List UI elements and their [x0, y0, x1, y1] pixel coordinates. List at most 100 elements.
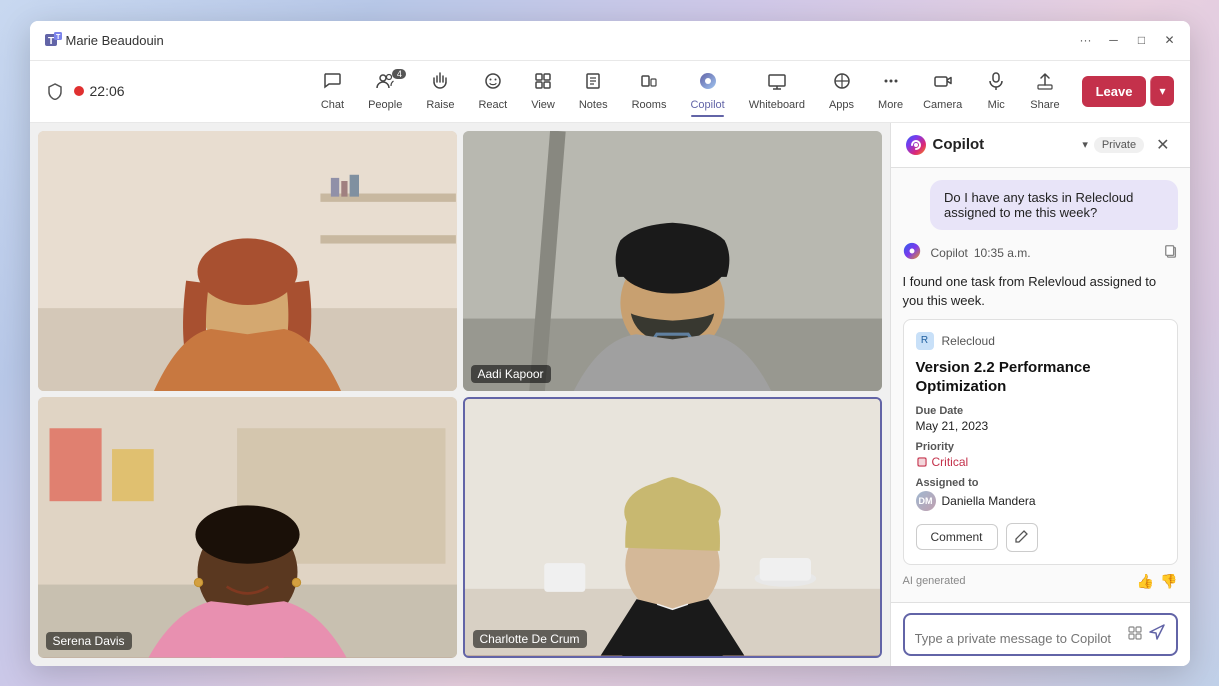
more-options-btn[interactable]: ···	[1078, 32, 1094, 48]
participant-video-4	[465, 399, 880, 656]
edit-button[interactable]	[1006, 523, 1038, 552]
assigned-to-row: DM Daniella Mandera	[916, 491, 1165, 511]
apps-icon	[832, 71, 852, 96]
teams-logo: T T	[42, 28, 66, 52]
rooms-icon	[639, 71, 659, 96]
people-badge: 4	[392, 69, 406, 79]
copilot-chevron-icon[interactable]: ▾	[1082, 138, 1088, 151]
copilot-input-icons	[1128, 623, 1166, 646]
user-message-bubble: Do I have any tasks in Relecloud assigne…	[930, 180, 1178, 230]
notes-label: Notes	[579, 99, 608, 111]
toolbar-chat[interactable]: Chat	[311, 67, 354, 115]
window-title: Marie Beaudouin	[66, 33, 1078, 48]
apps-label: Apps	[829, 99, 854, 111]
priority-label: Priority	[916, 441, 1165, 453]
toolbar-view[interactable]: View	[521, 67, 565, 115]
copilot-response-time: 10:35 a.m.	[974, 246, 1031, 260]
participant-video-1	[38, 131, 457, 392]
camera-icon	[933, 71, 953, 96]
more-label: More	[878, 99, 903, 111]
copilot-message-input[interactable]	[915, 631, 1122, 646]
share-icon	[1035, 71, 1055, 96]
private-badge: Private	[1094, 137, 1144, 153]
copilot-panel-title: Copilot	[933, 136, 1077, 153]
more-icon	[881, 71, 901, 96]
copilot-body: Do I have any tasks in Relecloud assigne…	[891, 168, 1190, 602]
recording-time: 22:06	[90, 83, 125, 99]
toolbar-copilot[interactable]: Copilot	[680, 67, 734, 115]
close-btn[interactable]: ✕	[1162, 32, 1178, 48]
participant-video-2	[463, 131, 882, 392]
notes-icon	[583, 71, 603, 96]
toolbar-whiteboard[interactable]: Whiteboard	[739, 67, 815, 115]
task-due-date-field: Due Date May 21, 2023	[916, 405, 1165, 433]
toolbar-notes[interactable]: Notes	[569, 67, 618, 115]
task-app-name: Relecloud	[942, 334, 995, 348]
grid-icon	[1128, 626, 1142, 640]
participant-name-aadi: Aadi Kapoor	[471, 365, 551, 383]
video-tile-4: Charlotte De Crum	[463, 397, 882, 658]
participant-name-charlotte: Charlotte De Crum	[473, 630, 587, 648]
table-grid-btn[interactable]	[1128, 626, 1142, 643]
copilot-panel: Copilot ▾ Private ✕ Do I have any tasks …	[890, 123, 1190, 666]
task-priority-field: Priority Critical	[916, 441, 1165, 469]
recording-dot	[74, 86, 84, 96]
svg-text:T: T	[56, 34, 61, 41]
window-controls: ··· ─ □ ✕	[1078, 32, 1178, 48]
copilot-label: Copilot	[690, 99, 724, 111]
copy-icon[interactable]	[1164, 244, 1178, 261]
toolbar-more[interactable]: More	[868, 67, 913, 115]
copilot-header: Copilot ▾ Private ✕	[891, 123, 1190, 168]
camera-label: Camera	[923, 99, 962, 111]
send-icon	[1148, 623, 1166, 641]
maximize-btn[interactable]: □	[1134, 32, 1150, 48]
raise-label: Raise	[426, 99, 454, 111]
mic-label: Mic	[988, 99, 1005, 111]
react-label: React	[478, 99, 507, 111]
chat-label: Chat	[321, 99, 344, 111]
copilot-response-name: Copilot	[931, 246, 968, 260]
camera-btn[interactable]: Camera	[913, 67, 972, 115]
view-icon	[533, 71, 553, 96]
view-label: View	[531, 99, 555, 111]
due-date-value: May 21, 2023	[916, 419, 1165, 433]
react-icon	[483, 71, 503, 96]
leave-button[interactable]: Leave	[1082, 76, 1147, 107]
whiteboard-icon	[767, 71, 787, 96]
leave-dropdown-btn[interactable]: ▾	[1150, 76, 1173, 106]
due-date-label: Due Date	[916, 405, 1165, 417]
toolbar-rooms[interactable]: Rooms	[622, 67, 677, 115]
mic-btn[interactable]: Mic	[976, 67, 1016, 115]
video-tile-3: Serena Davis	[38, 397, 457, 658]
toolbar-apps[interactable]: Apps	[819, 67, 864, 115]
copilot-input-area	[903, 613, 1178, 656]
video-tile-2: Aadi Kapoor	[463, 131, 882, 392]
title-bar: T T Marie Beaudouin ··· ─ □ ✕	[30, 21, 1190, 61]
assignee-avatar: DM	[916, 491, 936, 511]
toolbar-people[interactable]: 4 People	[358, 67, 412, 115]
thumbs-up-btn[interactable]: 👍	[1137, 573, 1154, 590]
toolbar-center: Chat 4 People Raise React	[311, 67, 913, 115]
task-actions: Comment	[916, 523, 1165, 552]
task-card-header: R Relecloud	[916, 332, 1165, 350]
share-btn[interactable]: Share	[1020, 67, 1069, 115]
feedback-buttons: 👍 👎	[1137, 573, 1178, 590]
copilot-response-text: I found one task from Relevloud assigned…	[903, 272, 1178, 311]
thumbs-down-btn[interactable]: 👎	[1160, 573, 1177, 590]
copilot-toolbar-icon	[698, 71, 718, 96]
comment-button[interactable]: Comment	[916, 524, 998, 550]
assignee-name: Daniella Mandera	[942, 494, 1036, 508]
ai-generated-row: AI generated 👍 👎	[903, 573, 1178, 590]
priority-text: Critical	[932, 455, 969, 469]
edit-icon	[1015, 529, 1029, 543]
copilot-close-btn[interactable]: ✕	[1150, 133, 1175, 157]
toolbar-react[interactable]: React	[468, 67, 517, 115]
send-message-btn[interactable]	[1148, 623, 1166, 646]
copilot-footer	[891, 602, 1190, 666]
assigned-label: Assigned to	[916, 477, 1165, 489]
toolbar-raise[interactable]: Raise	[416, 67, 464, 115]
video-grid: Aadi Kapoor	[30, 123, 890, 666]
minimize-btn[interactable]: ─	[1106, 32, 1122, 48]
chat-icon	[322, 71, 342, 96]
toolbar-left: 22:06	[46, 82, 311, 100]
